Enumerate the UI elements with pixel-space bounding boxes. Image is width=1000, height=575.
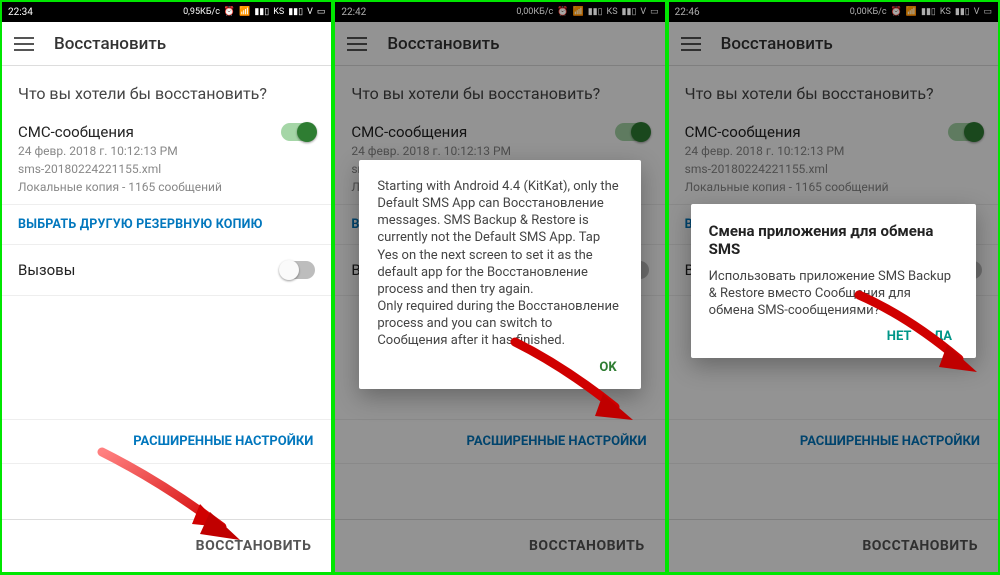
sig-v: V — [307, 7, 313, 17]
wifi-icon: 📶 — [239, 7, 250, 17]
status-bar: 22:34 0,95КБ/с ⏰ 📶 ▮▮▯ KS ▮▮▯ V ▭ — [2, 2, 331, 22]
default-sms-dialog: Starting with Android 4.4 (KitKat), only… — [359, 160, 640, 389]
menu-icon[interactable] — [14, 37, 34, 51]
ok-button[interactable]: OK — [599, 360, 616, 375]
sms-count: Локальные копия - 1165 сообщений — [18, 179, 222, 195]
status-time: 22:34 — [8, 7, 33, 18]
advanced-settings-button[interactable]: РАСШИРЕННЫЕ НАСТРОЙКИ — [2, 419, 331, 464]
restore-button[interactable]: ВОССТАНОВИТЬ — [2, 519, 331, 572]
battery-icon: ▭ — [317, 7, 326, 17]
app-bar: Восстановить — [2, 22, 331, 66]
net-speed: 0,95КБ/с — [183, 7, 220, 17]
status-right: 0,95КБ/с ⏰ 📶 ▮▮▯ KS ▮▮▯ V ▭ — [183, 7, 325, 17]
choose-backup-button[interactable]: ВЫБРАТЬ ДРУГУЮ РЕЗЕРВНУЮ КОПИЮ — [2, 205, 331, 244]
yes-button[interactable]: ДА — [933, 329, 952, 344]
content: Что вы хотели бы восстановить? СМС-сообщ… — [2, 66, 331, 572]
no-button[interactable]: НЕТ — [887, 329, 912, 344]
alarm-icon: ⏰ — [224, 7, 235, 17]
sms-date: 24 февр. 2018 г. 10:12:13 PM — [18, 143, 222, 159]
sms-item[interactable]: СМС-сообщения 24 февр. 2018 г. 10:12:13 … — [2, 115, 331, 205]
signal-icon: ▮▮▯ — [254, 7, 269, 17]
calls-toggle[interactable] — [281, 261, 315, 279]
page-heading: Что вы хотели бы восстановить? — [2, 66, 331, 115]
calls-item[interactable]: Вызовы — [2, 245, 331, 296]
sms-toggle[interactable] — [281, 123, 315, 141]
screen-1: 22:34 0,95КБ/с ⏰ 📶 ▮▮▯ KS ▮▮▯ V ▭ Восста… — [2, 2, 331, 572]
dialog-title: Смена приложения для обмена SMS — [709, 222, 958, 258]
screen-2: 22:42 0,00КБ/с ⏰ 📶 ▮▮▯ KS ▮▮▯ V ▭ Восста… — [335, 2, 664, 572]
signal-icon-2: ▮▮▯ — [288, 7, 303, 17]
dialog-body: Starting with Android 4.4 (KitKat), only… — [377, 178, 622, 350]
calls-title: Вызовы — [18, 261, 75, 279]
change-sms-app-dialog: Смена приложения для обмена SMS Использо… — [691, 204, 976, 358]
sms-title: СМС-сообщения — [18, 123, 222, 141]
carrier: KS — [273, 7, 284, 17]
sms-file: sms-20180224221155.xml — [18, 161, 222, 177]
dialog-body: Использовать приложение SMS Backup & Res… — [709, 268, 958, 319]
screen-3: 22:46 0,00КБ/с ⏰ 📶 ▮▮▯ KS ▮▮▯ V ▭ Восста… — [669, 2, 998, 572]
app-title: Восстановить — [54, 34, 166, 54]
